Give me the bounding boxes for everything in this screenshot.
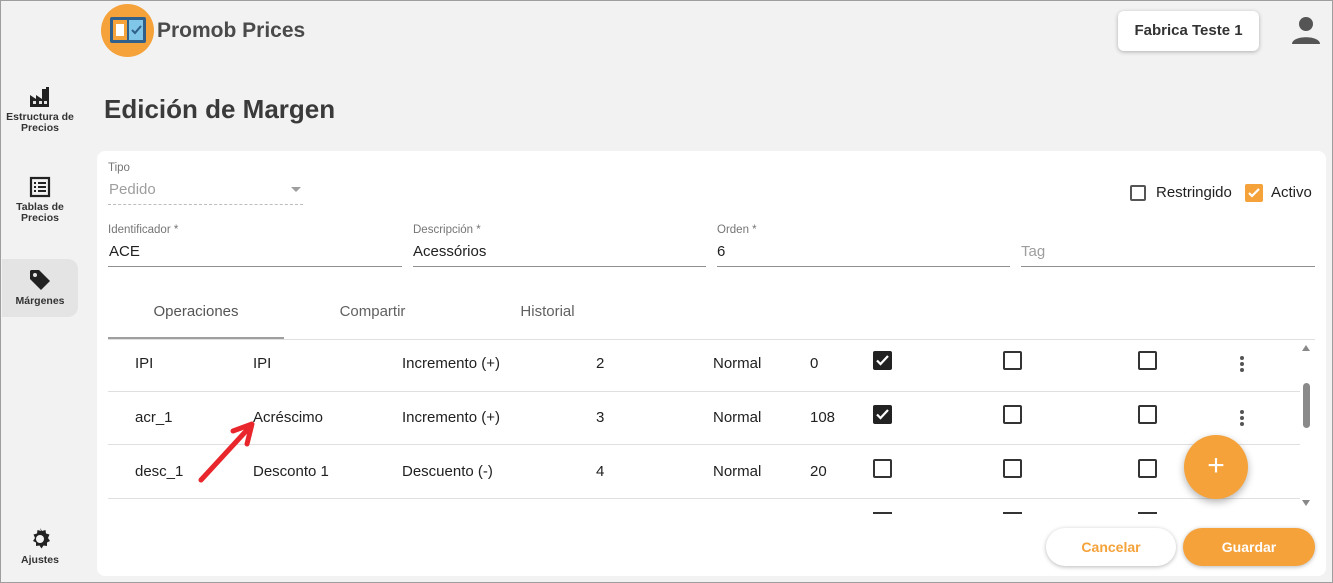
- check-icon: [876, 355, 889, 366]
- row-checkbox-partial: [1003, 512, 1022, 514]
- company-selector-button[interactable]: Fabrica Teste 1: [1118, 11, 1259, 51]
- row-divider: [108, 391, 1300, 392]
- descripcion-underline: [413, 266, 706, 267]
- app-logo: [101, 4, 154, 57]
- sidebar-item-label: Precios: [21, 212, 59, 224]
- row-checkbox-2[interactable]: [1003, 351, 1022, 370]
- restringido-checkbox[interactable]: [1130, 185, 1146, 201]
- sidebar-item-label: Precios: [21, 122, 59, 134]
- more-vert-icon[interactable]: [1240, 410, 1244, 428]
- scroll-down-icon[interactable]: [1302, 500, 1310, 506]
- annotation-arrow-icon: [198, 421, 255, 483]
- cancel-button[interactable]: Cancelar: [1046, 528, 1176, 566]
- more-vert-icon[interactable]: [1240, 356, 1244, 374]
- list-icon: [29, 176, 51, 198]
- descripcion-label: Descripción *: [413, 224, 481, 236]
- row-order: 3: [596, 409, 605, 426]
- row-divider: [108, 498, 1300, 499]
- row-mode: Normal: [713, 355, 762, 372]
- row-checkbox-3[interactable]: [1138, 459, 1157, 478]
- row-name: IPI: [253, 355, 272, 372]
- orden-label: Orden *: [717, 224, 757, 236]
- row-checkbox-partial: [1138, 512, 1157, 514]
- page-title: Edición de Margen: [104, 94, 336, 124]
- add-operation-button[interactable]: +: [1184, 435, 1248, 499]
- row-order: 2: [596, 355, 605, 372]
- orden-underline: [717, 266, 1010, 267]
- app-title: Promob Prices: [157, 19, 306, 42]
- tabs-divider: [108, 339, 1315, 340]
- identificador-underline: [108, 266, 402, 267]
- orden-input[interactable]: 6: [717, 243, 725, 260]
- row-checkbox-3[interactable]: [1138, 405, 1157, 424]
- restringido-label: Restringido: [1156, 184, 1232, 201]
- row-order: 4: [596, 463, 605, 480]
- user-icon[interactable]: [1290, 16, 1322, 46]
- identificador-input[interactable]: ACE: [109, 243, 140, 260]
- activo-checkbox[interactable]: [1245, 184, 1263, 202]
- top-bar: Promob Prices Fabrica Teste 1: [0, 0, 1333, 62]
- sidebar-item-margenes[interactable]: Márgenes: [2, 259, 78, 317]
- scrollbar-thumb[interactable]: [1303, 383, 1310, 428]
- row-value: 20: [810, 463, 827, 480]
- row-value: 0: [810, 355, 819, 372]
- check-icon: [876, 409, 889, 420]
- tab-operaciones[interactable]: Operaciones: [108, 303, 284, 320]
- row-code: acr_1: [135, 409, 173, 426]
- row-checkbox-3[interactable]: [1138, 351, 1157, 370]
- row-operation: Incremento (+): [402, 409, 500, 426]
- tipo-label: Tipo: [108, 162, 130, 174]
- row-checkbox-partial: [873, 512, 892, 514]
- scroll-up-icon[interactable]: [1302, 345, 1310, 351]
- sidebar: Estructura de Precios Tablas de Precios …: [0, 62, 80, 583]
- row-checkbox-1[interactable]: [873, 351, 892, 370]
- row-checkbox-1[interactable]: [873, 459, 892, 478]
- identificador-label: Identificador *: [108, 224, 179, 236]
- chevron-down-icon[interactable]: [291, 187, 301, 192]
- gear-icon: [33, 528, 50, 549]
- check-icon: [1248, 188, 1260, 198]
- row-name: Acréscimo: [253, 409, 324, 426]
- descripcion-input[interactable]: Acessórios: [413, 243, 486, 260]
- row-code: IPI: [135, 355, 154, 372]
- row-mode: Normal: [713, 463, 762, 480]
- row-checkbox-1[interactable]: [873, 405, 892, 424]
- logo-icon: [110, 17, 146, 43]
- tag-input[interactable]: Tag: [1021, 243, 1045, 260]
- save-button[interactable]: Guardar: [1183, 528, 1315, 566]
- sidebar-item-label: Márgenes: [15, 295, 65, 307]
- sidebar-item-ajustes[interactable]: Ajustes: [2, 527, 78, 566]
- activo-label: Activo: [1271, 184, 1312, 201]
- factory-icon: [30, 87, 49, 107]
- row-divider: [108, 444, 1300, 445]
- row-operation: Descuento (-): [402, 463, 493, 480]
- row-checkbox-2[interactable]: [1003, 459, 1022, 478]
- tag-underline: [1021, 266, 1315, 267]
- row-code: desc_1: [135, 463, 184, 480]
- tag-icon: [30, 270, 50, 290]
- tipo-select[interactable]: Pedido: [109, 181, 156, 198]
- row-checkbox-2[interactable]: [1003, 405, 1022, 424]
- row-mode: Normal: [713, 409, 762, 426]
- row-name: Desconto 1: [253, 463, 329, 480]
- row-value: 108: [810, 409, 836, 426]
- sidebar-item-label: Ajustes: [21, 554, 59, 566]
- row-operation: Incremento (+): [402, 355, 500, 372]
- tipo-underline: [108, 204, 303, 205]
- sidebar-item-tablas[interactable]: Tablas de Precios: [2, 176, 78, 224]
- sidebar-item-estructura[interactable]: Estructura de Precios: [2, 86, 78, 134]
- tab-compartir[interactable]: Compartir: [300, 303, 445, 320]
- tab-historial[interactable]: Historial: [475, 303, 620, 320]
